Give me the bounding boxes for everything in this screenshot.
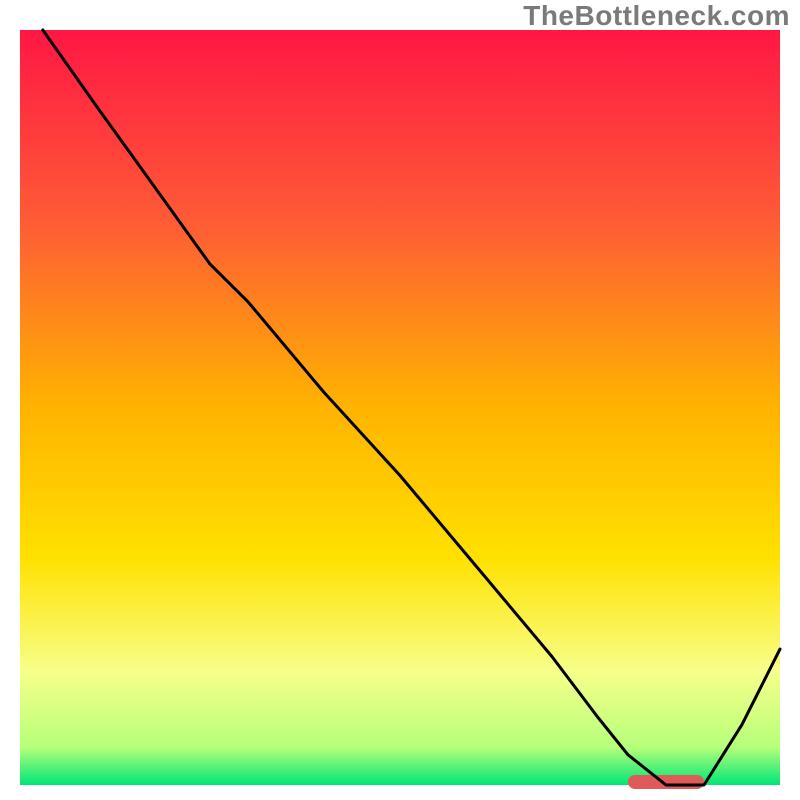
watermark-text: TheBottleneck.com [523, 0, 790, 32]
optimal-band-marker [628, 775, 704, 789]
chart-svg [0, 0, 800, 800]
plot-area [20, 30, 780, 789]
gradient-background [20, 30, 780, 785]
chart-stage: TheBottleneck.com [0, 0, 800, 800]
